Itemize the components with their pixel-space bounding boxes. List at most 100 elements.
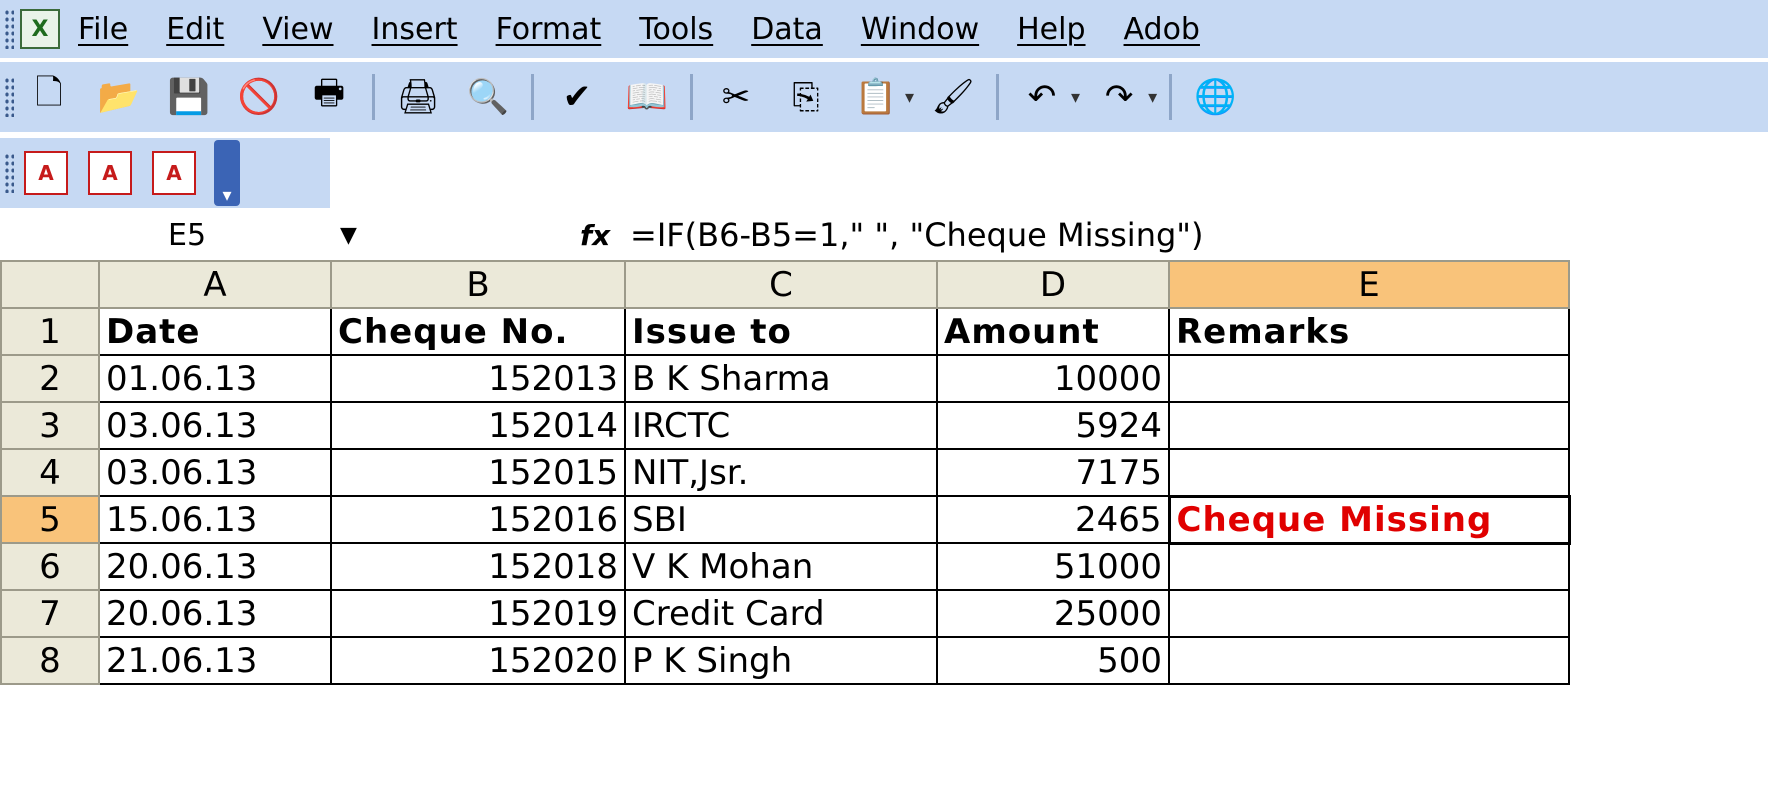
hyperlink-icon[interactable]: 🌐 <box>1192 74 1238 120</box>
permission-icon[interactable]: 🚫 <box>236 74 282 120</box>
cell[interactable]: Date <box>98 307 332 356</box>
column-header-a[interactable]: A <box>98 260 332 309</box>
menu-help[interactable]: Help <box>1017 12 1085 47</box>
cell[interactable]: V K Mohan <box>624 542 938 591</box>
cell[interactable]: 152019 <box>330 589 626 638</box>
menu-view[interactable]: View <box>262 12 333 47</box>
undo-icon[interactable]: ↶ <box>1019 74 1065 120</box>
name-box-dropdown-icon[interactable]: ▼ <box>340 223 580 248</box>
cell[interactable] <box>1168 542 1570 591</box>
row-header[interactable]: 5 <box>0 495 100 544</box>
cut-icon[interactable]: ✂ <box>713 74 759 120</box>
row-header[interactable]: 2 <box>0 354 100 403</box>
cell[interactable] <box>1168 448 1570 497</box>
cell[interactable]: 7175 <box>936 448 1170 497</box>
cell[interactable]: Remarks <box>1168 307 1570 356</box>
cell[interactable]: 15.06.13 <box>98 495 332 544</box>
cell[interactable]: NIT,Jsr. <box>624 448 938 497</box>
print-icon[interactable]: 🖨 <box>395 74 441 120</box>
cell[interactable]: 152015 <box>330 448 626 497</box>
cell[interactable] <box>1168 354 1570 403</box>
active-cell[interactable]: Cheque Missing <box>1167 494 1571 545</box>
cell[interactable]: IRCTC <box>624 401 938 450</box>
cell[interactable] <box>1168 589 1570 638</box>
redo-icon[interactable]: ↷ <box>1096 74 1142 120</box>
toolbar-grip[interactable] <box>4 77 14 117</box>
cell[interactable]: 5924 <box>936 401 1170 450</box>
cell[interactable]: 51000 <box>936 542 1170 591</box>
menu-data[interactable]: Data <box>751 12 823 47</box>
cell[interactable]: P K Singh <box>624 636 938 685</box>
fx-icon[interactable]: fx <box>580 219 630 252</box>
undo-dropdown-arrow[interactable]: ▾ <box>1071 87 1080 108</box>
select-all-corner[interactable] <box>0 260 100 309</box>
cell[interactable]: 03.06.13 <box>98 401 332 450</box>
cell[interactable]: 152016 <box>330 495 626 544</box>
convert-and-email-pdf-icon[interactable]: A <box>88 151 132 195</box>
convert-and-review-pdf-icon[interactable]: A <box>152 151 196 195</box>
menu-insert[interactable]: Insert <box>372 12 458 47</box>
menu-adobe[interactable]: Adob <box>1124 12 1200 47</box>
column-header-b[interactable]: B <box>330 260 626 309</box>
cell[interactable] <box>1168 401 1570 450</box>
cell[interactable]: Issue to <box>624 307 938 356</box>
menu-format[interactable]: Format <box>496 12 602 47</box>
cell[interactable]: 21.06.13 <box>98 636 332 685</box>
cell[interactable]: 20.06.13 <box>98 542 332 591</box>
cell[interactable]: 500 <box>936 636 1170 685</box>
cell[interactable]: 152018 <box>330 542 626 591</box>
new-document-icon[interactable]: 🗋 <box>26 73 72 120</box>
cell[interactable]: 25000 <box>936 589 1170 638</box>
cell[interactable]: 03.06.13 <box>98 448 332 497</box>
row-header[interactable]: 4 <box>0 448 100 497</box>
cell[interactable] <box>1168 636 1570 685</box>
column-header-e[interactable]: E <box>1168 260 1570 309</box>
cell[interactable]: 152013 <box>330 354 626 403</box>
toolbar-separator <box>372 74 375 120</box>
cell[interactable]: 152020 <box>330 636 626 685</box>
formula-input[interactable]: =IF(B6-B5=1," ", "Cheque Missing") <box>630 216 1203 254</box>
toolbar-separator <box>1169 74 1173 120</box>
print-preview-icon[interactable]: 🖶 <box>306 73 352 120</box>
cell[interactable]: Cheque No. <box>330 307 626 356</box>
column-header-d[interactable]: D <box>936 260 1170 309</box>
cell[interactable]: 2465 <box>936 495 1170 544</box>
cell[interactable]: Amount <box>936 307 1170 356</box>
toolbar-grip[interactable] <box>4 153 14 193</box>
redo-dropdown-arrow[interactable]: ▾ <box>1148 87 1157 108</box>
name-box[interactable]: E5 <box>0 218 340 253</box>
excel-app-icon[interactable]: X <box>20 9 60 49</box>
convert-to-pdf-icon[interactable]: A <box>24 151 68 195</box>
row-header[interactable]: 6 <box>0 542 100 591</box>
table-row: 6 20.06.13 152018 V K Mohan 51000 <box>0 542 1570 591</box>
cell[interactable]: 01.06.13 <box>98 354 332 403</box>
menu-tools[interactable]: Tools <box>639 12 713 47</box>
row-header[interactable]: 8 <box>0 636 100 685</box>
menu-file[interactable]: File <box>78 12 128 47</box>
spelling-icon[interactable]: ✔ <box>554 74 600 120</box>
table-row: 2 01.06.13 152013 B K Sharma 10000 <box>0 354 1570 403</box>
paste-icon[interactable]: 📋 <box>853 74 899 120</box>
open-folder-icon[interactable]: 📂 <box>96 74 142 120</box>
cell[interactable]: 152014 <box>330 401 626 450</box>
cell[interactable]: 10000 <box>936 354 1170 403</box>
save-icon[interactable]: 💾 <box>166 74 212 120</box>
row-header[interactable]: 3 <box>0 401 100 450</box>
menu-edit[interactable]: Edit <box>166 12 224 47</box>
copy-icon[interactable]: ⎘ <box>783 74 829 120</box>
cell[interactable]: SBI <box>624 495 938 544</box>
format-painter-icon[interactable]: 🖌 <box>930 74 976 120</box>
research-icon[interactable]: 📖 <box>624 74 670 120</box>
cell[interactable]: Credit Card <box>624 589 938 638</box>
cell[interactable]: 20.06.13 <box>98 589 332 638</box>
cell[interactable]: B K Sharma <box>624 354 938 403</box>
paste-dropdown-arrow[interactable]: ▾ <box>905 87 914 108</box>
column-header-c[interactable]: C <box>624 260 938 309</box>
spreadsheet-grid: A B C D E 1 Date Cheque No. Issue to Amo… <box>0 260 1571 685</box>
row-header[interactable]: 1 <box>0 307 100 356</box>
search-icon[interactable]: 🔍 <box>465 74 511 120</box>
toolbar-grip[interactable] <box>4 9 14 49</box>
row-header[interactable]: 7 <box>0 589 100 638</box>
menu-window[interactable]: Window <box>861 12 979 47</box>
toolbar-options-icon[interactable]: ▾ <box>214 140 240 206</box>
